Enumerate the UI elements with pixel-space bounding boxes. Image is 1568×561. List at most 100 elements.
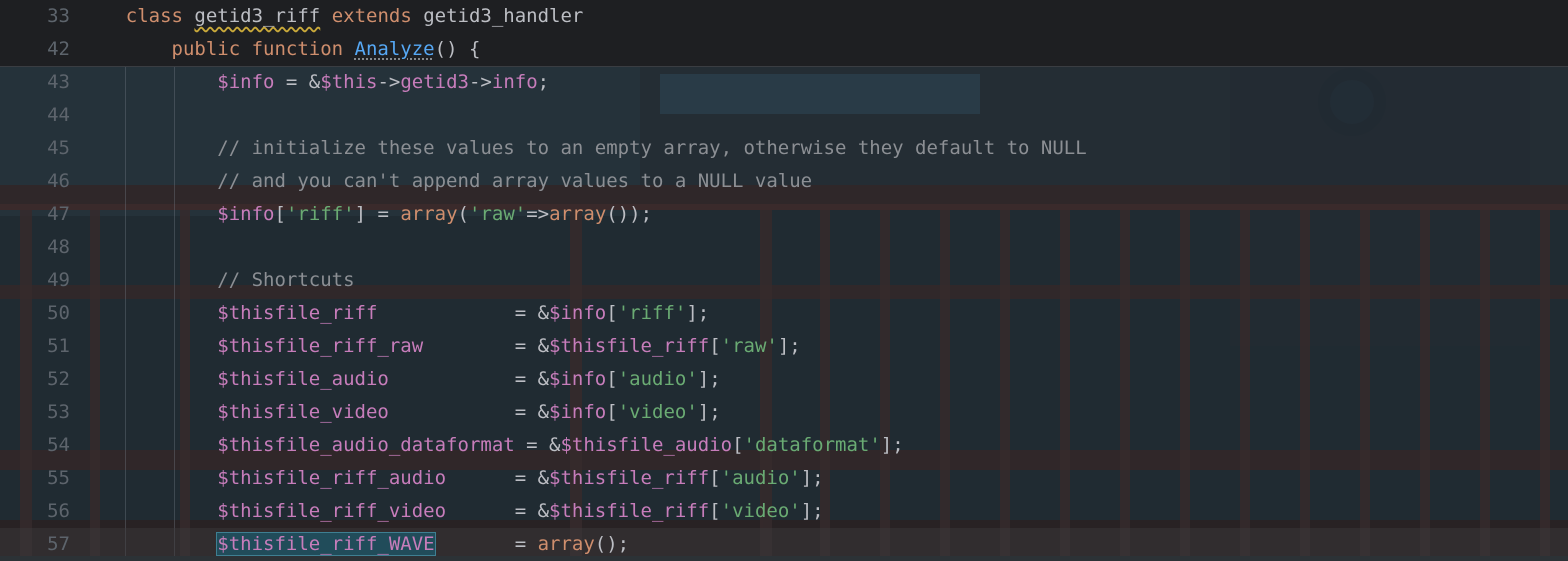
- code-token: ];: [686, 302, 710, 324]
- code-token: $thisfile_audio: [217, 368, 389, 390]
- code-line[interactable]: 52 $thisfile_audio = &$info['audio'];: [0, 363, 1568, 396]
- code-text[interactable]: // Shortcuts: [80, 264, 354, 297]
- code-token: 'audio': [617, 368, 698, 390]
- code-line[interactable]: 55 $thisfile_riff_audio = &$thisfile_rif…: [0, 462, 1568, 495]
- code-token: 'riff': [617, 302, 687, 324]
- line-number: 56: [47, 500, 70, 522]
- code-text[interactable]: $info['riff'] = array('raw'=>array());: [80, 198, 652, 231]
- code-token: ->: [468, 71, 492, 93]
- code-token: $thisfile_riff: [217, 302, 378, 324]
- code-token: array: [549, 203, 607, 225]
- code-token: ();: [594, 533, 630, 555]
- code-token: ];: [697, 368, 721, 390]
- line-number: 51: [47, 335, 70, 357]
- code-token: info: [491, 71, 538, 93]
- code-token: $info: [549, 368, 607, 390]
- line-number: 47: [47, 203, 70, 225]
- code-line[interactable]: 46 // and you can't append array values …: [0, 165, 1568, 198]
- code-token: $thisfile_video: [217, 401, 389, 423]
- code-token: public function: [171, 38, 355, 60]
- code-line[interactable]: 44: [0, 99, 1568, 132]
- code-line[interactable]: 42 public function Analyze() {: [0, 33, 1568, 66]
- code-text[interactable]: $thisfile_audio = &$info['audio'];: [80, 363, 721, 396]
- code-token: 'raw': [720, 335, 778, 357]
- code-text[interactable]: $thisfile_riff = &$info['riff'];: [80, 297, 709, 330]
- code-token: $thisfile_audio_dataformat: [217, 434, 515, 456]
- code-token: ];: [880, 434, 904, 456]
- code-token: $info: [549, 302, 607, 324]
- code-token: [: [709, 467, 721, 489]
- code-token: =>: [526, 203, 550, 225]
- code-token: extends: [320, 5, 424, 27]
- code-line[interactable]: 48: [0, 231, 1568, 264]
- line-number: 57: [47, 533, 70, 555]
- code-token: getid3_riff: [194, 5, 321, 27]
- code-token: $info: [549, 401, 607, 423]
- code-token: =: [434, 533, 538, 555]
- code-token: ];: [777, 335, 801, 357]
- code-token: = &: [446, 467, 550, 489]
- code-line[interactable]: 53 $thisfile_video = &$info['video'];: [0, 396, 1568, 429]
- sticky-scroll-header[interactable]: 33 class getid3_riff extends getid3_hand…: [0, 0, 1568, 67]
- code-line[interactable]: 33 class getid3_riff extends getid3_hand…: [0, 0, 1568, 33]
- code-line[interactable]: 43 $info = &$this->getid3->info;: [0, 66, 1568, 99]
- code-token: 'audio': [720, 467, 801, 489]
- code-text[interactable]: [80, 99, 217, 132]
- code-token: = &: [446, 500, 550, 522]
- code-token: = &: [423, 335, 550, 357]
- code-token: Analyze: [354, 38, 435, 60]
- code-text[interactable]: $thisfile_riff_audio = &$thisfile_riff['…: [80, 462, 824, 495]
- line-number: 33: [47, 5, 70, 27]
- code-token: $thisfile_riff: [549, 335, 710, 357]
- code-line[interactable]: 47 $info['riff'] = array('raw'=>array())…: [0, 198, 1568, 231]
- code-text[interactable]: // initialize these values to an empty a…: [80, 132, 1086, 165]
- code-token: [: [732, 434, 744, 456]
- code-token: getid3: [400, 71, 469, 93]
- code-token: $thisfile_riff_video: [217, 500, 447, 522]
- code-text[interactable]: $thisfile_video = &$info['video'];: [80, 396, 721, 429]
- code-token: ];: [697, 401, 721, 423]
- code-line[interactable]: 49 // Shortcuts: [0, 264, 1568, 297]
- code-text[interactable]: // and you can't append array values to …: [80, 165, 812, 198]
- code-line[interactable]: 56 $thisfile_riff_video = &$thisfile_rif…: [0, 495, 1568, 528]
- code-token: ];: [800, 467, 824, 489]
- line-number: 54: [47, 434, 70, 456]
- code-text[interactable]: $thisfile_riff_raw = &$thisfile_riff['ra…: [80, 330, 801, 363]
- code-token: [: [606, 401, 618, 423]
- code-line[interactable]: 57 $thisfile_riff_WAVE = array();: [0, 528, 1568, 561]
- code-text[interactable]: public function Analyze() {: [80, 33, 481, 66]
- code-token: = &: [377, 302, 550, 324]
- code-text[interactable]: $info = &$this->getid3->info;: [80, 66, 549, 99]
- code-text[interactable]: $thisfile_riff_video = &$thisfile_riff['…: [80, 495, 823, 528]
- code-line[interactable]: 45 // initialize these values to an empt…: [0, 132, 1568, 165]
- code-text[interactable]: $thisfile_audio_dataformat = &$thisfile_…: [80, 429, 904, 462]
- line-number: 44: [47, 104, 70, 126]
- code-editor[interactable]: 43 $info = &$this->getid3->info; 44 45 //…: [0, 66, 1568, 561]
- code-token: $info: [217, 71, 275, 93]
- code-token: $this: [320, 71, 378, 93]
- code-text[interactable]: $thisfile_riff_WAVE = array();: [80, 528, 629, 561]
- code-token: $thisfile_audio: [560, 434, 733, 456]
- code-token: $thisfile_riff_raw: [217, 335, 424, 357]
- code-token: = &: [274, 71, 321, 93]
- code-token: [: [709, 335, 721, 357]
- code-token: $info: [217, 203, 275, 225]
- code-token: array: [537, 533, 595, 555]
- line-number: 46: [47, 170, 70, 192]
- code-token: ->: [377, 71, 401, 93]
- code-line[interactable]: 51 $thisfile_riff_raw = &$thisfile_riff[…: [0, 330, 1568, 363]
- line-number: 50: [47, 302, 70, 324]
- code-token: [: [274, 203, 286, 225]
- code-token: class: [125, 5, 195, 27]
- code-token: 'raw': [469, 203, 527, 225]
- code-line[interactable]: 50 $thisfile_riff = &$info['riff'];: [0, 297, 1568, 330]
- code-token: () {: [434, 38, 481, 60]
- code-token: 'video': [720, 500, 801, 522]
- code-token: $thisfile_riff: [549, 500, 710, 522]
- code-text[interactable]: [80, 231, 217, 264]
- code-token: // and you can't append array values to …: [217, 170, 813, 192]
- code-text[interactable]: class getid3_riff extends getid3_handler: [80, 0, 584, 33]
- code-token: getid3_handler: [423, 5, 584, 27]
- code-token: (: [457, 203, 469, 225]
- code-line[interactable]: 54 $thisfile_audio_dataformat = &$thisfi…: [0, 429, 1568, 462]
